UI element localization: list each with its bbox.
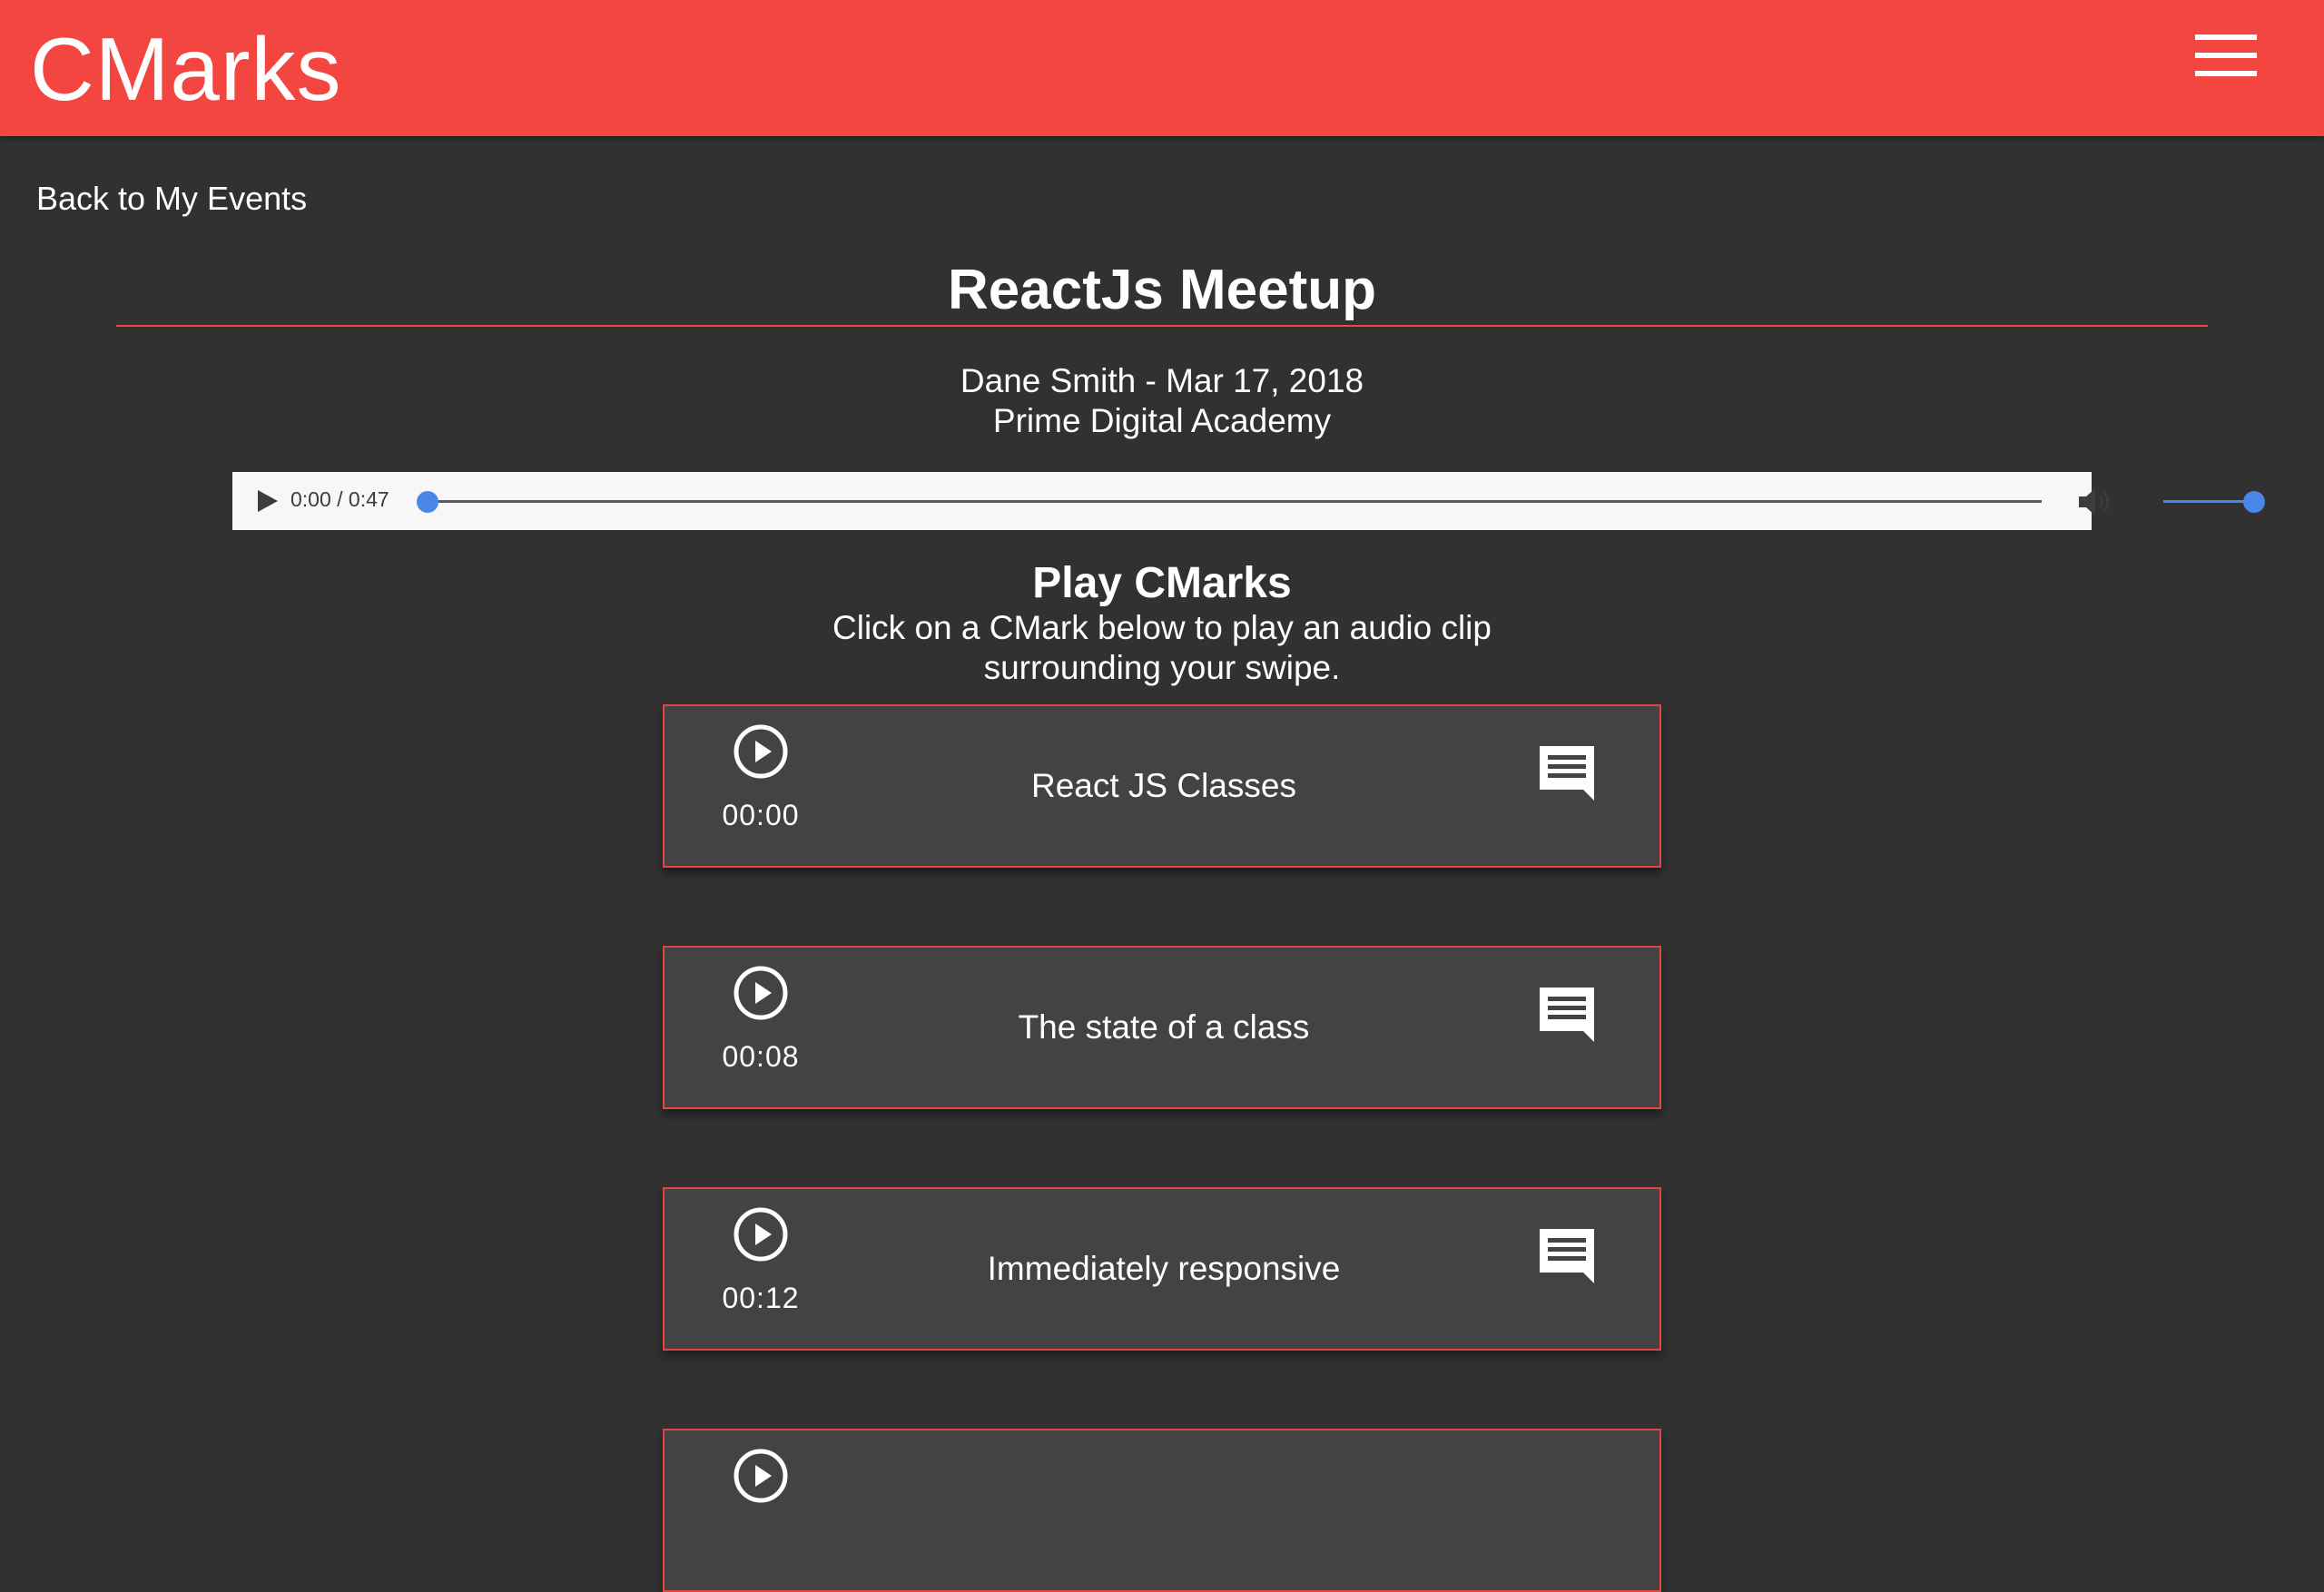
cmark-label: The state of a class <box>1018 1008 1310 1046</box>
volume-slider[interactable] <box>2163 500 2254 503</box>
cmark-card[interactable]: 00:00 React JS Classes <box>663 704 1661 868</box>
comment-icon[interactable] <box>1536 1225 1598 1285</box>
cmark-time: 00:08 <box>722 1040 800 1073</box>
comment-icon[interactable] <box>1536 984 1598 1044</box>
app-bar: CMarks <box>0 0 2324 136</box>
event-title: ReactJs Meetup <box>947 259 1377 321</box>
play-circle-icon[interactable] <box>732 722 790 781</box>
hamburger-menu-icon[interactable] <box>2190 29 2262 84</box>
event-meta: Dane Smith - Mar 17, 2018 Prime Digital … <box>0 361 2324 441</box>
event-host-date: Dane Smith - Mar 17, 2018 <box>960 362 1364 399</box>
back-to-events-link[interactable]: Back to My Events <box>36 180 307 218</box>
audio-time: 0:00 / 0:47 <box>290 487 389 511</box>
section-title: Play CMarks <box>1032 559 1292 607</box>
cmark-label: React JS Classes <box>1031 767 1296 804</box>
play-circle-icon[interactable] <box>732 1205 790 1263</box>
play-icon[interactable] <box>252 486 281 516</box>
cmark-time: 00:12 <box>722 1282 800 1314</box>
play-circle-icon[interactable] <box>732 964 790 1022</box>
section-subtitle-line-1: Click on a CMark below to play an audio … <box>832 609 1492 646</box>
title-divider <box>116 325 2208 327</box>
app-title[interactable]: CMarks <box>30 15 342 123</box>
play-circle-icon[interactable] <box>732 1447 790 1505</box>
cmark-time: 00:00 <box>722 799 800 831</box>
cmark-card[interactable] <box>663 1429 1661 1592</box>
cmark-label: Immediately responsive <box>987 1250 1341 1287</box>
event-location: Prime Digital Academy <box>992 402 1332 439</box>
section-subtitle: Click on a CMark below to play an audio … <box>0 608 2324 688</box>
audio-seek-thumb[interactable] <box>417 491 438 513</box>
volume-slider-thumb[interactable] <box>2243 491 2265 513</box>
cmark-card[interactable]: 00:12 Immediately responsive <box>663 1187 1661 1351</box>
volume-icon[interactable] <box>2075 485 2115 519</box>
audio-seek-bar[interactable] <box>428 500 2042 503</box>
cmark-card[interactable]: 00:08 The state of a class <box>663 946 1661 1109</box>
comment-icon[interactable] <box>1536 742 1598 802</box>
cmark-label <box>846 1430 1482 1590</box>
section-subtitle-line-2: surrounding your swipe. <box>983 649 1341 686</box>
audio-player: 0:00 / 0:47 <box>232 472 2265 530</box>
